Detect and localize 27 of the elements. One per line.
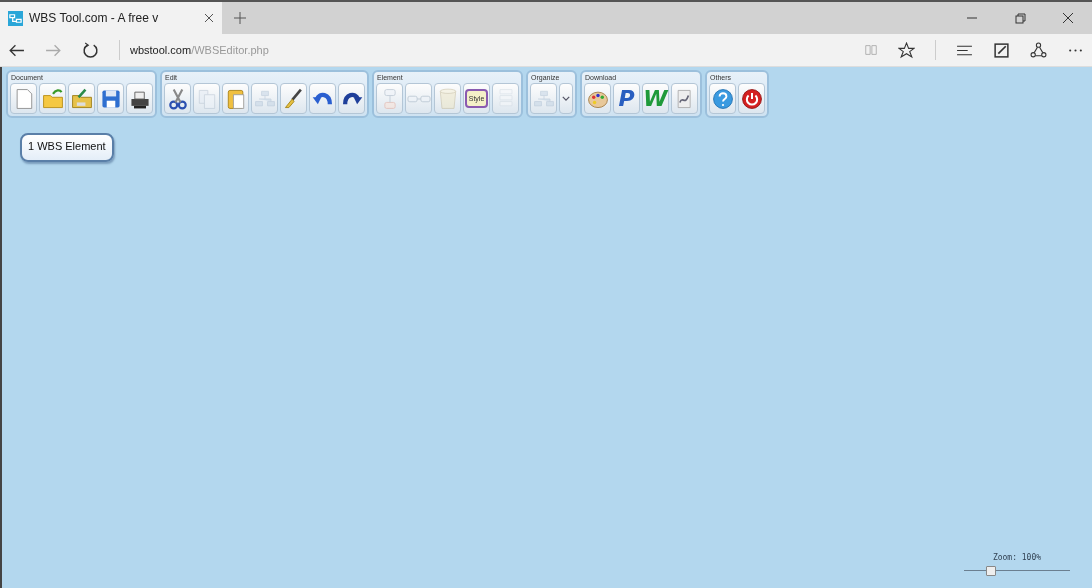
address-field[interactable]: wbstool.com/WBSEditor.php — [130, 44, 269, 56]
toolbar-button[interactable] — [338, 83, 365, 114]
share-icon[interactable] — [1030, 41, 1047, 59]
toolbar-button[interactable] — [164, 83, 191, 114]
zoom-label: Zoom: 100% — [992, 553, 1042, 562]
dropdown-button[interactable] — [559, 83, 573, 114]
power-icon — [739, 86, 764, 111]
toolbar-button[interactable] — [126, 83, 153, 114]
tab-title: WBS Tool.com - A free v — [29, 11, 160, 25]
close-icon[interactable] — [1062, 12, 1074, 24]
star-icon[interactable] — [898, 41, 915, 59]
sibling-node-icon — [406, 94, 431, 103]
folder-icon — [40, 86, 65, 111]
new-tab-icon[interactable] — [234, 12, 246, 24]
folder-icon — [69, 86, 94, 111]
toolbar-button[interactable] — [280, 83, 307, 114]
restore-icon[interactable] — [1014, 12, 1026, 24]
help-icon — [710, 86, 735, 111]
refresh-icon[interactable] — [82, 41, 99, 59]
wbs-element[interactable]: 1 WBS Element — [20, 133, 114, 162]
toolbar-button[interactable]: P — [613, 83, 640, 114]
toolbar-button[interactable] — [738, 83, 765, 114]
slider-thumb[interactable] — [985, 566, 996, 576]
browser-tab[interactable]: WBS Tool.com - A free v — [0, 2, 222, 34]
caret-icon — [562, 96, 570, 101]
site-logo-icon — [8, 10, 23, 26]
close-icon[interactable] — [204, 13, 214, 23]
